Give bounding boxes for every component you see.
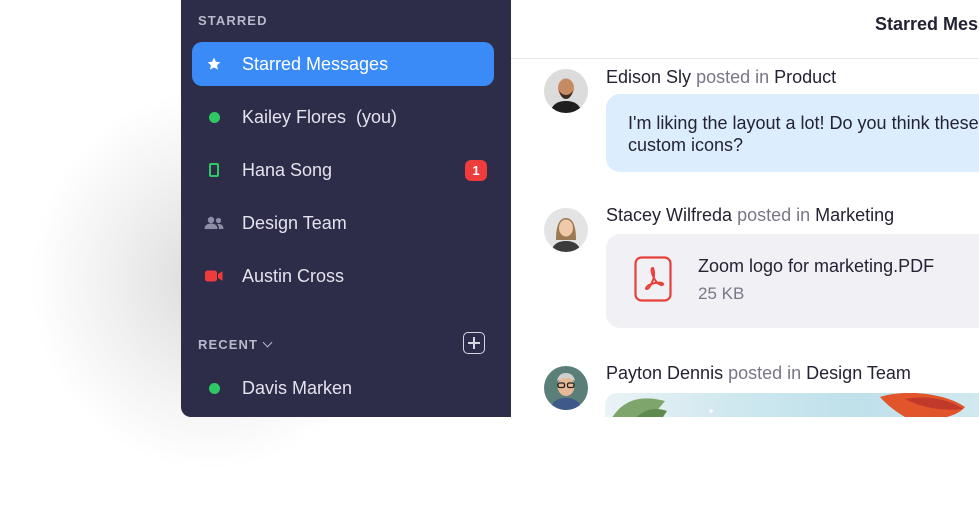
sidebar-item-davis-marken[interactable]: Davis Marken [192, 366, 494, 410]
avatar[interactable] [544, 69, 588, 113]
avatar[interactable] [544, 366, 588, 410]
post-header: Stacey Wilfreda posted in Marketing [606, 205, 894, 226]
chat-window: STARRED Starred Messages Kailey Flores (… [181, 0, 979, 417]
sidebar-item-hana-song[interactable]: Hana Song 1 [192, 148, 494, 192]
author-name[interactable]: Payton Dennis [606, 363, 723, 383]
file-name: Zoom logo for marketing.PDF [698, 256, 935, 276]
sidebar-item-label: Kailey Flores (you) [242, 106, 398, 127]
panel-header: Starred Messages [511, 0, 979, 59]
sidebar-item-label: Design Team [242, 212, 347, 233]
message-bubble: I'm liking the layout a lot! Do you thin… [606, 94, 979, 172]
posted-in-label: posted in [737, 205, 811, 225]
post-header: Edison Sly posted in Product [606, 67, 836, 88]
message-text: I'm liking the layout a lot! Do you thin… [628, 113, 979, 155]
unread-badge: 1 [465, 160, 487, 181]
post-header: Payton Dennis posted in Design Team [606, 363, 911, 384]
recent-section-toggle[interactable]: RECENT [198, 337, 273, 352]
posted-in-label: posted in [728, 363, 802, 383]
message-panel: Starred Messages Edison Sly posted in Pr… [511, 0, 979, 417]
online-dot-icon [192, 366, 236, 410]
channel-name[interactable]: Marketing [815, 205, 894, 225]
sidebar-item-design-team[interactable]: Design Team [192, 201, 494, 245]
people-icon [192, 201, 236, 245]
author-name[interactable]: Stacey Wilfreda [606, 205, 732, 225]
page-title: Starred Messages [875, 14, 979, 34]
channel-name[interactable]: Product [774, 67, 836, 87]
avatar[interactable] [544, 208, 588, 252]
recent-section-heading: RECENT [198, 337, 259, 352]
sidebar-item-label: Starred Messages [242, 53, 389, 74]
video-camera-icon [192, 254, 236, 298]
author-name[interactable]: Edison Sly [606, 67, 691, 87]
file-attachment[interactable]: Zoom logo for marketing.PDF 25 KB [606, 234, 979, 328]
online-dot-icon [192, 95, 236, 139]
sidebar-item-label: Davis Marken [242, 377, 353, 398]
sidebar-item-austin-cross[interactable]: Austin Cross [192, 254, 494, 298]
add-chat-button[interactable] [463, 332, 485, 354]
channel-name[interactable]: Design Team [806, 363, 911, 383]
sidebar-item-label: Austin Cross [242, 265, 345, 286]
sidebar-item-label: Hana Song [242, 159, 333, 180]
mobile-phone-icon [192, 148, 236, 192]
image-attachment[interactable] [605, 393, 979, 417]
star-icon [192, 42, 236, 86]
sidebar-item-kailey-flores[interactable]: Kailey Flores (you) [192, 95, 494, 139]
sidebar-item-starred-messages[interactable]: Starred Messages [192, 42, 494, 86]
image-preview-graphic [612, 393, 965, 417]
sidebar: STARRED Starred Messages Kailey Flores (… [181, 0, 511, 417]
chevron-down-icon [262, 337, 273, 348]
pdf-file-icon [634, 256, 672, 302]
posted-in-label: posted in [696, 67, 770, 87]
starred-section-heading: STARRED [198, 13, 268, 28]
file-size: 25 KB [698, 284, 745, 303]
